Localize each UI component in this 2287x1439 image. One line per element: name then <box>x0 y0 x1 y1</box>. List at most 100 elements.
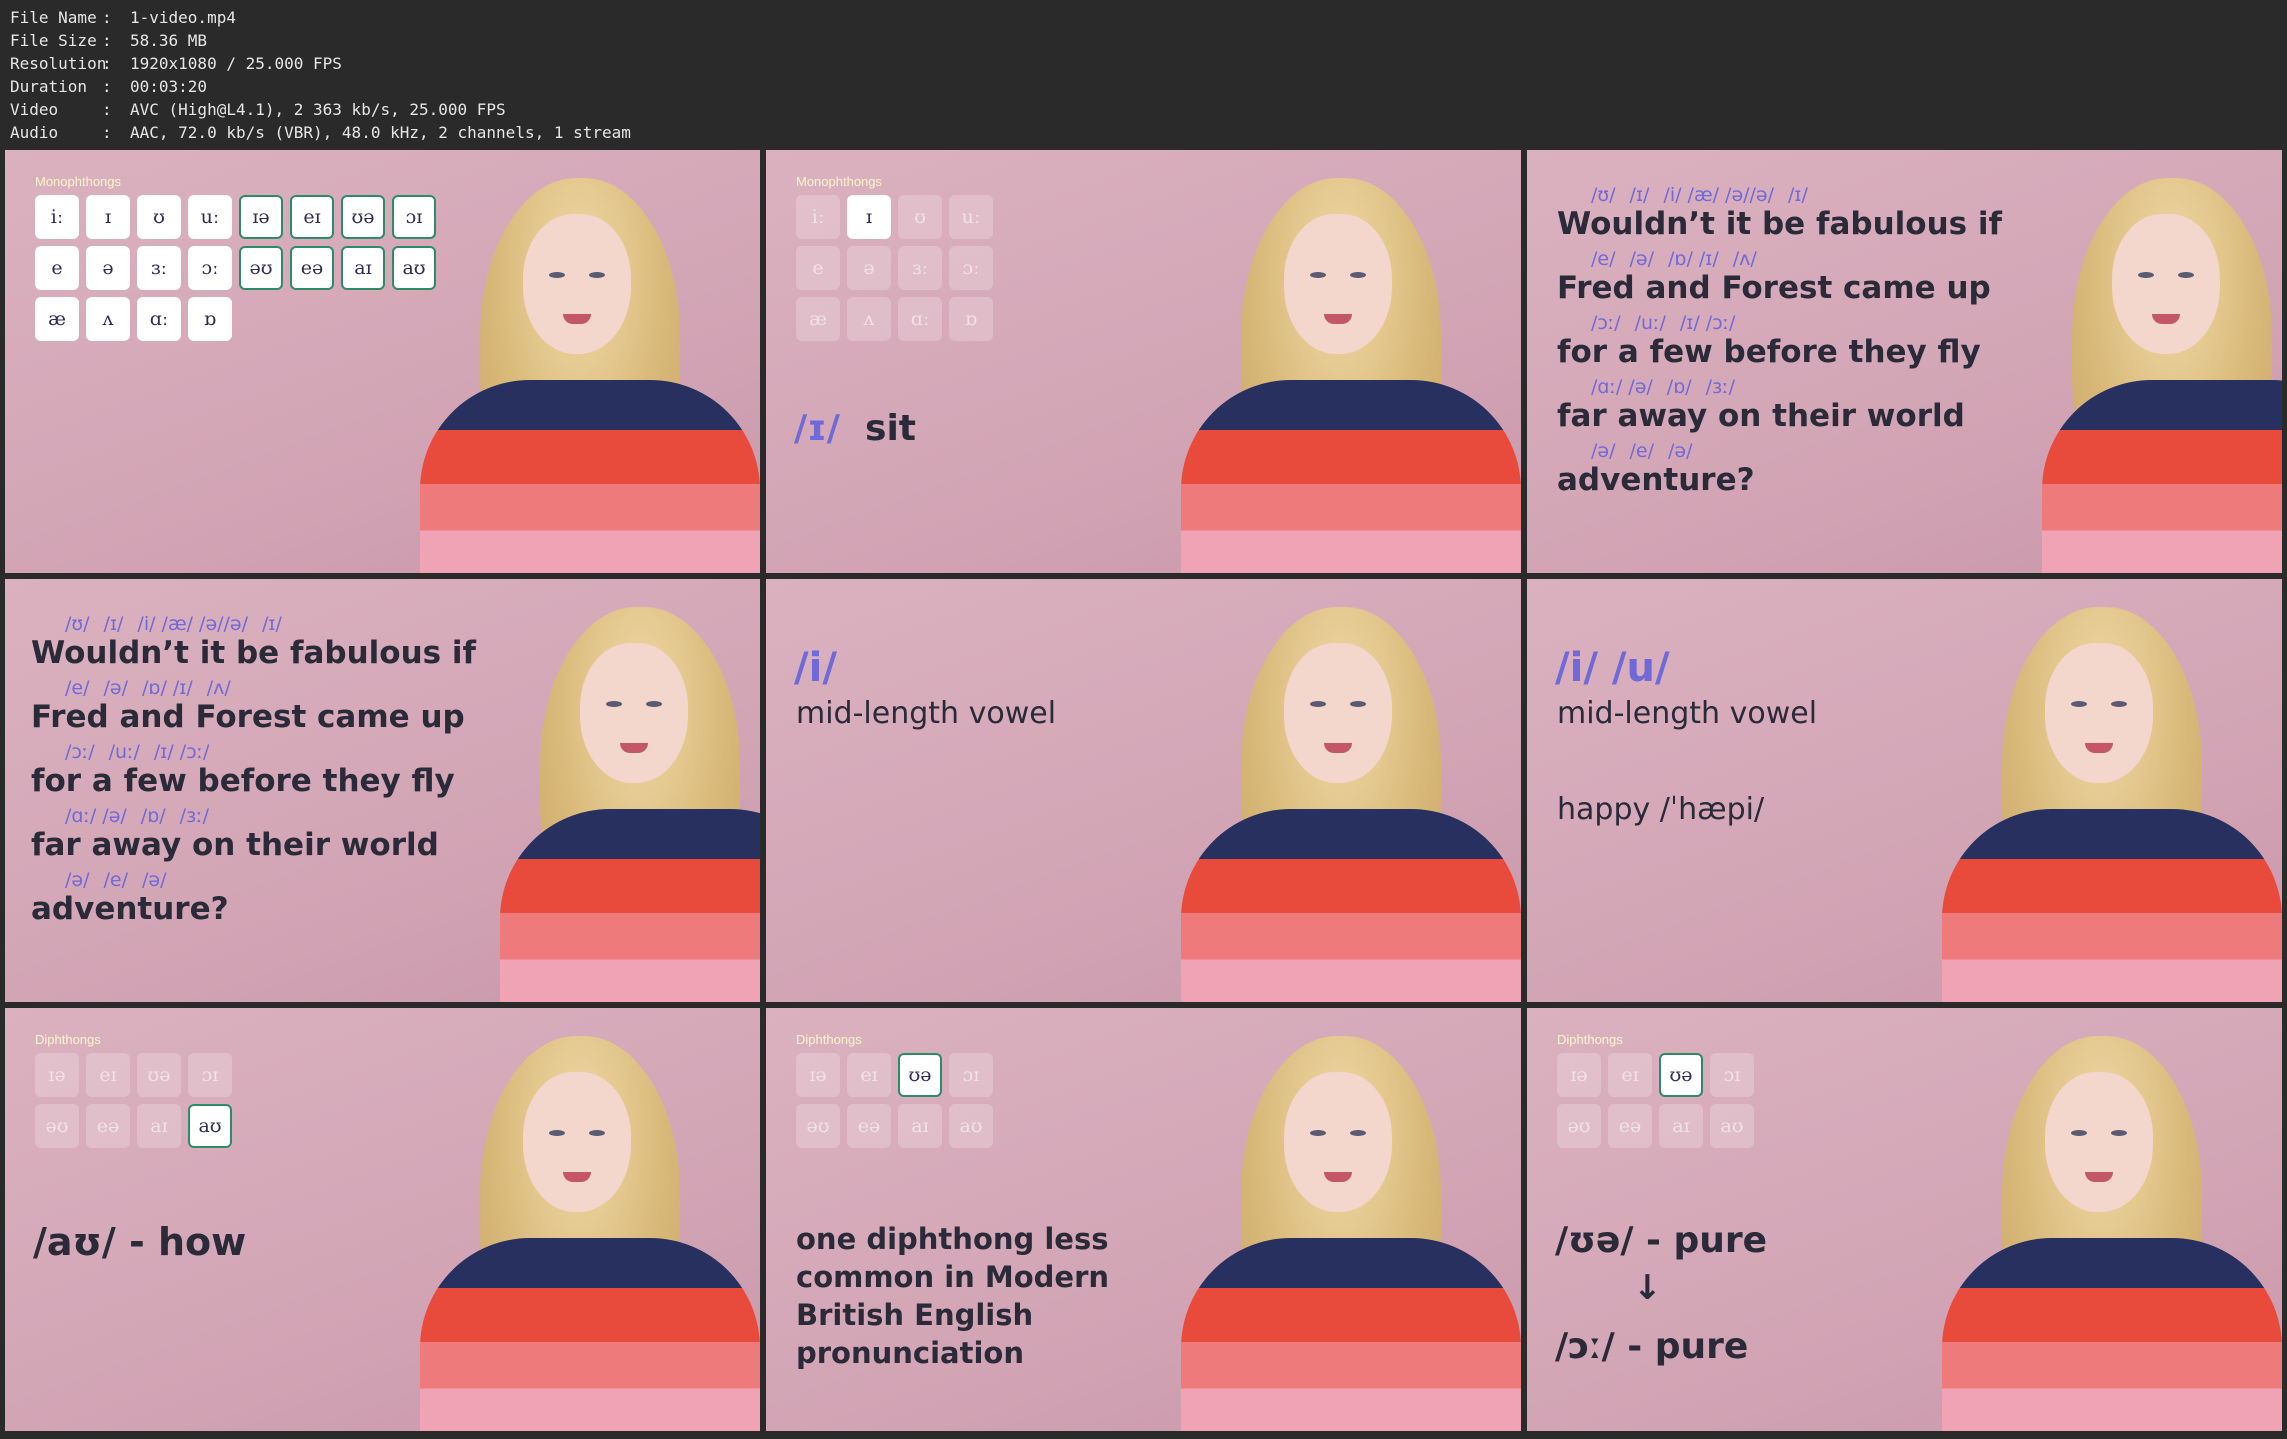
presenter <box>1942 1008 2282 1431</box>
phoneme-tile: eə <box>290 246 334 290</box>
video-frame-4[interactable]: /ʊ//ɪ//i/ /æ/ /ə//ə//ɪ/Wouldn’t it be fa… <box>5 579 760 1002</box>
video-frame-2[interactable]: Monophthongs iː ɪ ʊ uː e ə ɜː ɔː æ ʌ ɑː … <box>766 150 1521 573</box>
phoneme-tile: ɜː <box>898 246 942 290</box>
poem-line: /ʊ//ɪ//i/ /æ/ /ə//ə//ɪ/Wouldn’t it be fa… <box>1557 184 2002 242</box>
phoneme-tile: ʌ <box>86 297 130 341</box>
monophthong-chart: Monophthongs iː ɪ ʊ uː ɪə eɪ ʊə ɔɪ e ə ɜ… <box>35 174 436 348</box>
phoneme-tile: uː <box>949 195 993 239</box>
phoneme-tile: eɪ <box>847 1053 891 1097</box>
phoneme-tile: ɔː <box>188 246 232 290</box>
phoneme-tile: iː <box>796 195 840 239</box>
phoneme-tile: aɪ <box>1659 1104 1703 1148</box>
phoneme-tile: aɪ <box>898 1104 942 1148</box>
tile-row: æ ʌ ɑː ɒ <box>35 297 436 341</box>
poem-line: /ɔː//uː//ɪ/ /ɔː/for a few before they fl… <box>31 741 455 799</box>
tile-row: əʊ eə aɪ aʊ <box>1557 1104 1754 1148</box>
metadata-row-file-name: File Name:1-video.mp4 <box>10 8 236 27</box>
phoneme-tile: eɪ <box>86 1053 130 1097</box>
phoneme-tile: iː <box>35 195 79 239</box>
phoneme-tile: ɪə <box>796 1053 840 1097</box>
video-frame-8[interactable]: Diphthongs ɪə eɪ ʊə ɔɪ əʊ eə aɪ aʊ one d… <box>766 1008 1521 1431</box>
tile-row: iː ɪ ʊ uː ɪə eɪ ʊə ɔɪ <box>35 195 436 239</box>
phoneme-tile: aʊ <box>1710 1104 1754 1148</box>
phoneme-tile: ɔː <box>949 246 993 290</box>
metadata-row-duration: Duration:00:03:20 <box>10 77 208 96</box>
phoneme-tile: ə <box>86 246 130 290</box>
chart-heading: Diphthongs <box>1557 1032 1623 1047</box>
phoneme-tile: æ <box>796 297 840 341</box>
phoneme-tile: aʊ <box>392 246 436 290</box>
phoneme-tile-highlighted: ʊə <box>1659 1053 1703 1097</box>
chart-heading: Diphthongs <box>35 1032 101 1047</box>
video-frame-3[interactable]: /ʊ//ɪ//i/ /æ/ /ə//ə//ɪ/Wouldn’t it be fa… <box>1527 150 2282 573</box>
presenter <box>1181 150 1521 573</box>
phoneme-tile: ʊə <box>341 195 385 239</box>
phoneme-tile: eɪ <box>1608 1053 1652 1097</box>
video-frame-5[interactable]: /i/ mid-length vowel <box>766 579 1521 1002</box>
caption: mid-length vowel <box>796 696 1057 731</box>
presenter <box>1942 579 2282 1002</box>
poem-line: /ə//e//ə/adventure? <box>1557 440 1755 498</box>
phoneme-tile-highlighted: ʊə <box>898 1053 942 1097</box>
phoneme-example: /ɔː/ - pure <box>1555 1326 1749 1367</box>
metadata-row-file-size: File Size:58.36 MB <box>10 31 208 50</box>
tile-row: e ə ɜː ɔː əʊ eə aɪ aʊ <box>35 246 436 290</box>
tile-row: iː ɪ ʊ uː <box>796 195 993 239</box>
presenter <box>1181 579 1521 1002</box>
tile-row: e ə ɜː ɔː <box>796 246 993 290</box>
phoneme-tile: eə <box>86 1104 130 1148</box>
poem: /ʊ//ɪ//i/ /æ/ /ə//ə//ɪ/Wouldn’t it be fa… <box>1557 184 2002 504</box>
poem: /ʊ//ɪ//i/ /æ/ /ə//ə//ɪ/Wouldn’t it be fa… <box>31 613 476 933</box>
phoneme-tile: ɪə <box>1557 1053 1601 1097</box>
poem-line: /e//ə//ɒ/ /ɪ//ʌ/Fred and Forest came up <box>31 677 465 735</box>
phoneme-symbol: /ɪ/ <box>794 408 840 449</box>
phoneme-tile: ɔɪ <box>188 1053 232 1097</box>
diphthong-chart: Diphthongs ɪə eɪ ʊə ɔɪ əʊ eə aɪ aʊ <box>35 1032 232 1155</box>
chart-heading: Monophthongs <box>35 174 122 189</box>
phoneme-tile: əʊ <box>239 246 283 290</box>
phoneme-tile: eə <box>1608 1104 1652 1148</box>
phoneme-tile: aɪ <box>341 246 385 290</box>
phoneme-tile: ʌ <box>847 297 891 341</box>
phoneme-tile: ə <box>847 246 891 290</box>
phoneme-tile: eə <box>847 1104 891 1148</box>
poem-line: /ə//e//ə/adventure? <box>31 869 229 927</box>
phoneme-tile: ɪə <box>239 195 283 239</box>
phoneme-tile: ɔɪ <box>1710 1053 1754 1097</box>
phoneme-tile: əʊ <box>796 1104 840 1148</box>
chart-heading: Monophthongs <box>796 174 883 189</box>
tile-row: ɪə eɪ ʊə ɔɪ <box>1557 1053 1754 1097</box>
phoneme-tile: uː <box>188 195 232 239</box>
phoneme-tile-highlighted: aʊ <box>188 1104 232 1148</box>
phoneme-tile: əʊ <box>1557 1104 1601 1148</box>
phoneme-example: /ɪ/ sit <box>794 408 916 449</box>
example-word: sit <box>865 408 916 449</box>
phoneme-tile: ɔɪ <box>949 1053 993 1097</box>
diphthong-chart: Diphthongs ɪə eɪ ʊə ɔɪ əʊ eə aɪ aʊ <box>1557 1032 1754 1155</box>
phoneme-tile: ɜː <box>137 246 181 290</box>
phoneme-example: /ʊə/ - pure <box>1555 1220 1768 1261</box>
video-frame-7[interactable]: Diphthongs ɪə eɪ ʊə ɔɪ əʊ eə aɪ aʊ /aʊ/ … <box>5 1008 760 1431</box>
phoneme-tile: ʊ <box>137 195 181 239</box>
phoneme-tile: aʊ <box>949 1104 993 1148</box>
video-frame-6[interactable]: /i/ /u/ mid-length vowel happy /ˈhæpi/ <box>1527 579 2282 1002</box>
phoneme-symbols: /i/ /u/ <box>1555 645 1670 691</box>
example-word: happy /ˈhæpi/ <box>1557 792 1765 827</box>
phoneme-tile: e <box>35 246 79 290</box>
monophthong-chart: Monophthongs iː ɪ ʊ uː e ə ɜː ɔː æ ʌ ɑː … <box>796 174 993 348</box>
tile-row: əʊ eə aɪ aʊ <box>796 1104 993 1148</box>
chart-heading: Diphthongs <box>796 1032 862 1047</box>
phoneme-tile: aɪ <box>137 1104 181 1148</box>
poem-line: /ɑː/ /ə//ɒ//ɜː/far away on their world <box>31 805 439 863</box>
metadata-row-audio: Audio: AAC, 72.0 kb/s (VBR), 48.0 kHz, 2 … <box>10 123 631 142</box>
tile-row: əʊ eə aɪ aʊ <box>35 1104 232 1148</box>
diphthong-chart: Diphthongs ɪə eɪ ʊə ɔɪ əʊ eə aɪ aʊ <box>796 1032 993 1155</box>
caption: mid-length vowel <box>1557 696 1818 731</box>
presenter <box>420 150 760 573</box>
phoneme-tile: ɑː <box>137 297 181 341</box>
video-frame-1[interactable]: Monophthongs iː ɪ ʊ uː ɪə eɪ ʊə ɔɪ e ə ɜ… <box>5 150 760 573</box>
presenter <box>1181 1008 1521 1431</box>
video-frame-9[interactable]: Diphthongs ɪə eɪ ʊə ɔɪ əʊ eə aɪ aʊ /ʊə/ … <box>1527 1008 2282 1431</box>
poem-line: /e//ə//ɒ/ /ɪ//ʌ/Fred and Forest came up <box>1557 248 1991 306</box>
caption: one diphthong less common in Modern Brit… <box>796 1222 1110 1370</box>
